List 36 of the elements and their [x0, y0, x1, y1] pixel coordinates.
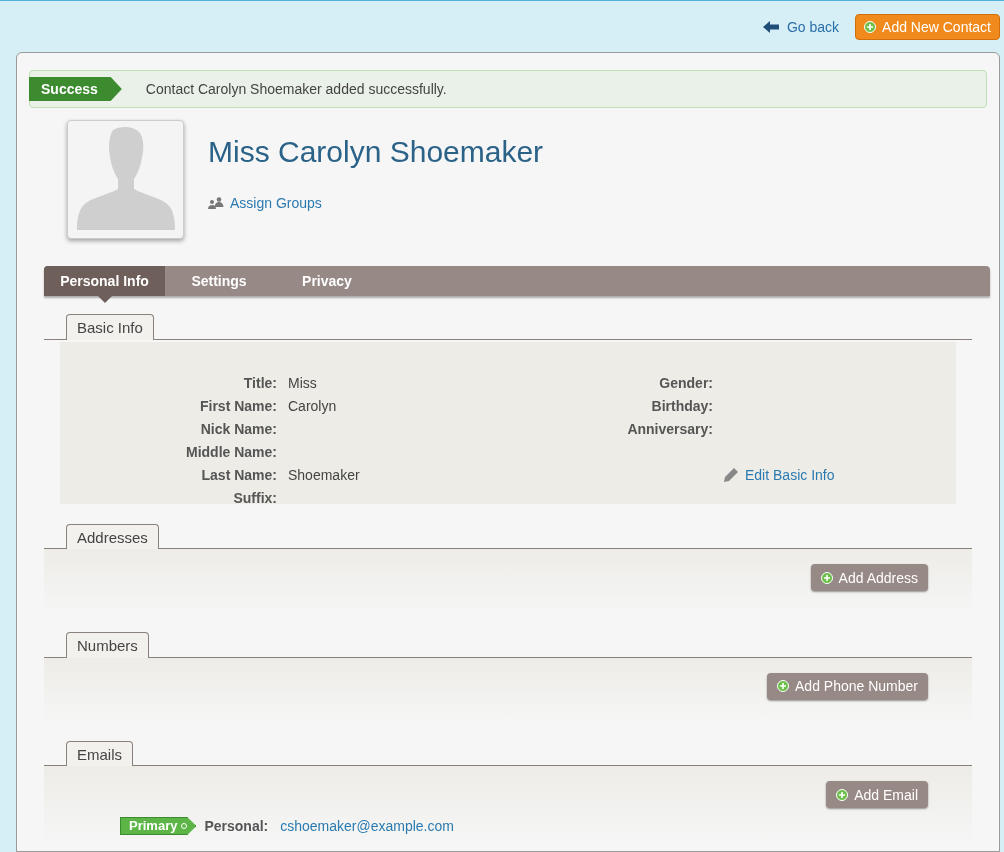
contact-name: Miss Carolyn Shoemaker [208, 134, 544, 170]
person-silhouette-icon [76, 126, 175, 230]
email-link[interactable]: cshoemaker@example.com [280, 816, 454, 836]
add-icon [777, 680, 790, 692]
field-label: First Name: [198, 396, 277, 414]
field-label: Last Name: [200, 465, 277, 483]
field-value: Carolyn [288, 396, 337, 414]
field-label: Middle Name: [185, 442, 277, 460]
edit-basic-info-link[interactable]: Edit Basic Info [723, 464, 835, 485]
field-label: Nick Name: [199, 419, 277, 437]
add-icon [820, 571, 833, 584]
add-button[interactable]: Add Phone Number [767, 672, 928, 700]
field-label: Birthday: [650, 396, 713, 414]
add-button[interactable]: Add Address [810, 564, 928, 591]
add-contact-button[interactable]: Add New Contact [855, 13, 1000, 40]
primary-badge: Primary [120, 817, 197, 835]
assign-groups-link[interactable]: Assign Groups [208, 193, 544, 213]
field-label: Anniversary: [626, 419, 713, 437]
tab[interactable]: Settings [165, 266, 273, 296]
pencil-icon [723, 466, 739, 483]
field-value: Shoemaker [288, 465, 360, 483]
email-label: Personal: [204, 817, 269, 836]
tab[interactable]: Privacy [273, 266, 381, 296]
field-label: Gender: [658, 373, 713, 391]
add-icon [864, 20, 877, 33]
add-button[interactable]: Add Email [826, 781, 928, 808]
group-icon [208, 197, 224, 209]
field-label: Suffix: [232, 488, 277, 506]
alert-message: Contact Carolyn Shoemaker added successfully. [145, 80, 447, 99]
go-back-link[interactable]: Go back [762, 16, 840, 37]
field-value: Miss [288, 373, 317, 391]
back-arrow-icon [762, 20, 779, 33]
field-label: Title: [242, 373, 277, 391]
selected-tab-pointer [97, 296, 112, 303]
alert-badge: Success [29, 77, 122, 101]
add-icon [836, 788, 849, 801]
